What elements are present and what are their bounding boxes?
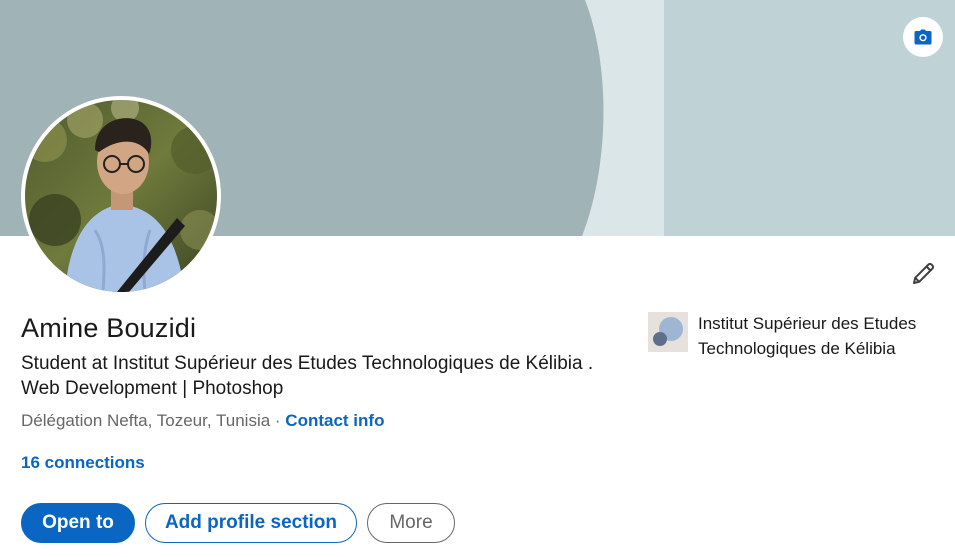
school-logo (648, 312, 688, 352)
profile-intro-card: Amine Bouzidi Student at Institut Supéri… (0, 0, 955, 557)
connections-link[interactable]: 16 connections (21, 452, 145, 474)
camera-icon (914, 29, 932, 45)
profile-photo[interactable] (21, 96, 221, 296)
open-to-button[interactable]: Open to (21, 503, 135, 543)
profile-headline: Student at Institut Supérieur des Etudes… (21, 353, 594, 399)
more-button[interactable]: More (367, 503, 455, 543)
profile-name: Amine Bouzidi (21, 313, 197, 343)
location-row: Délégation Nefta, Tozeur, Tunisia · Cont… (21, 410, 384, 432)
pencil-icon (910, 261, 936, 292)
edit-cover-button[interactable] (903, 17, 943, 57)
add-profile-section-button[interactable]: Add profile section (145, 503, 357, 543)
education-entry[interactable]: Institut Supérieur des Etudes Technologi… (648, 312, 938, 361)
edit-intro-button[interactable] (905, 258, 941, 294)
avatar-image (25, 100, 217, 292)
location-separator: · (270, 411, 286, 430)
school-name: Institut Supérieur des Etudes Technologi… (698, 314, 917, 358)
location-text: Délégation Nefta, Tozeur, Tunisia (21, 411, 271, 430)
contact-info-link[interactable]: Contact info (285, 411, 384, 430)
